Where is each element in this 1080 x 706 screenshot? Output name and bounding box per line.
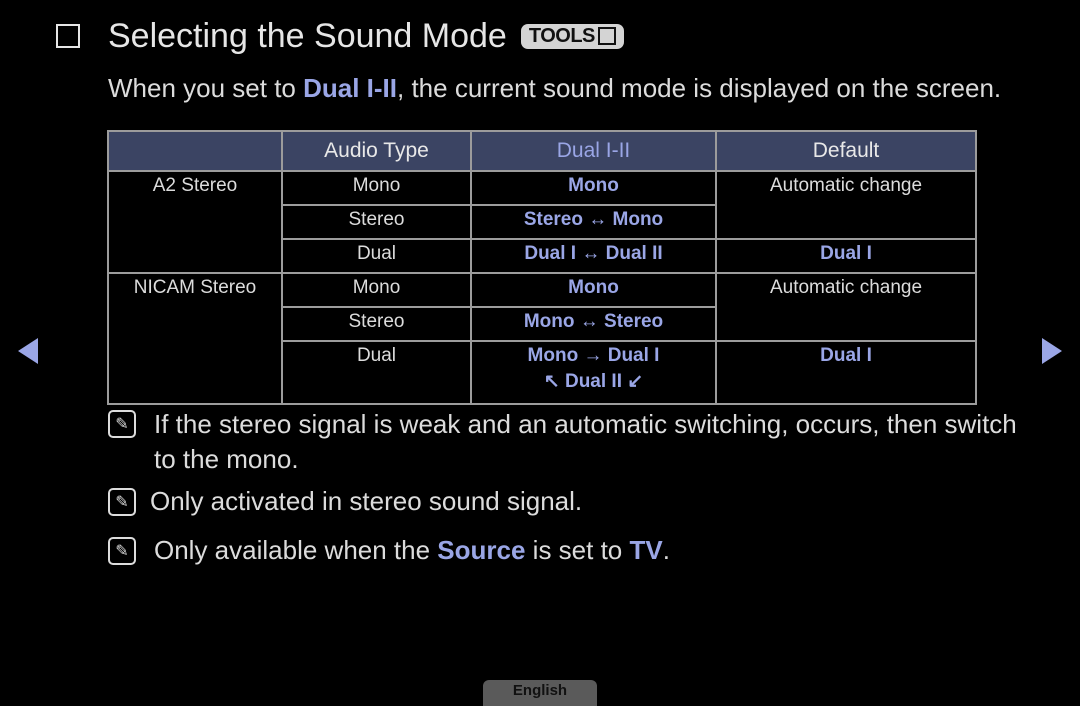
header-empty <box>107 130 283 172</box>
audio-cell: Mono <box>281 170 472 206</box>
default-cell: Automatic change <box>715 272 977 342</box>
dual-cell: Dual I ↔ Dual II <box>470 238 717 274</box>
page-title: Selecting the Sound Mode TOOLS <box>56 14 624 58</box>
note-3-post: . <box>662 535 670 565</box>
audio-cell: Mono <box>281 272 472 308</box>
tv-highlight: TV <box>629 535 663 565</box>
group-name: A2 Stereo <box>107 170 283 274</box>
group-name: NICAM Stereo <box>107 272 283 405</box>
header-default: Default <box>715 130 977 172</box>
note-3-text: Only available when the Source is set to… <box>154 535 670 566</box>
tools-label: TOOLS <box>528 24 596 47</box>
language-tab[interactable]: English <box>483 680 597 706</box>
audio-cell: Dual <box>281 340 472 405</box>
intro-text: When you set to Dual I-II, the current s… <box>108 73 1001 104</box>
checkbox-bullet-icon <box>56 24 80 48</box>
default-cell: Dual I <box>715 238 977 274</box>
dual-cell: Stereo ↔ Mono <box>470 204 717 240</box>
dual-cell: Mono ↔ Stereo <box>470 306 717 342</box>
tools-icon <box>597 27 616 45</box>
note-1-line-2: to the mono. <box>154 444 299 474</box>
intro-pre: When you set to <box>108 73 304 103</box>
audio-cell: Stereo <box>281 306 472 342</box>
next-page-arrow-icon[interactable] <box>1042 338 1062 364</box>
note-3: ✎ Only available when the Source is set … <box>108 535 670 566</box>
audio-cell: Dual <box>281 238 472 274</box>
header-dual: Dual I-II <box>470 130 717 172</box>
intro-post: , the current sound mode is displayed on… <box>397 73 1002 103</box>
table-row: NICAM Stereo Mono Mono Automatic change <box>107 272 977 405</box>
note-2: ✎ Only activated in stereo sound signal. <box>108 486 582 517</box>
table-header: Audio Type Dual I-II Default <box>107 130 977 172</box>
note-icon: ✎ <box>108 410 136 438</box>
dual-line-2: ↖ Dual II ↙ <box>543 371 644 392</box>
default-cell: Automatic change <box>715 170 977 240</box>
dual-line-1: Mono → Dual I <box>527 345 660 366</box>
header-audio-type: Audio Type <box>281 130 472 172</box>
note-2-text: Only activated in stereo sound signal. <box>150 486 583 516</box>
sound-mode-table: Audio Type Dual I-II Default A2 Stereo M… <box>107 130 977 405</box>
dual-cell: Mono → Dual I ↖ Dual II ↙ <box>470 340 717 405</box>
note-3-mid: is set to <box>525 535 630 565</box>
title-text: Selecting the Sound Mode <box>108 16 507 55</box>
default-cell: Dual I <box>715 340 977 405</box>
dual-cell: Mono <box>470 272 717 308</box>
table-row: A2 Stereo Mono Mono Automatic change <box>107 170 977 274</box>
note-1: ✎ If the stereo signal is weak and an au… <box>108 408 1017 477</box>
tools-badge: TOOLS <box>520 23 624 49</box>
prev-page-arrow-icon[interactable] <box>18 338 38 364</box>
note-icon: ✎ <box>108 488 136 516</box>
source-highlight: Source <box>437 535 526 565</box>
dual-cell: Mono <box>470 170 717 206</box>
intro-highlight: Dual I-II <box>303 73 398 103</box>
audio-cell: Stereo <box>281 204 472 240</box>
note-3-pre: Only available when the <box>154 535 438 565</box>
note-icon: ✎ <box>108 537 136 565</box>
note-1-line-1: If the stereo signal is weak and an auto… <box>154 409 1017 439</box>
